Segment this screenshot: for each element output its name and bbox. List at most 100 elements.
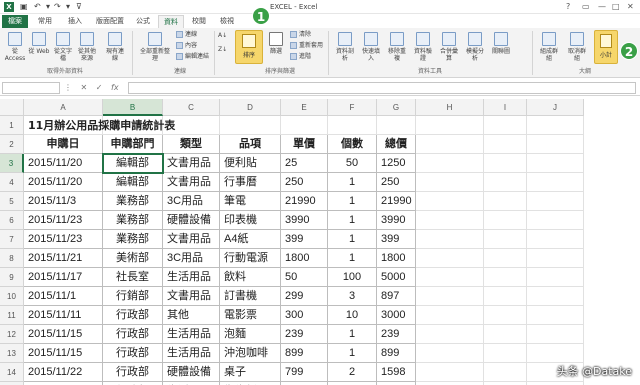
table-cell[interactable]: 50	[328, 154, 377, 173]
table-cell[interactable]: 2015/11/22	[24, 363, 103, 382]
table-header-cell[interactable]: 個數	[328, 135, 377, 154]
table-cell[interactable]: 299	[281, 287, 328, 306]
relationships-button[interactable]: 關聯圖	[490, 32, 512, 55]
table-cell[interactable]: 1	[328, 249, 377, 268]
table-cell[interactable]: 印表機	[220, 211, 281, 230]
row-header-5[interactable]: 5	[0, 192, 24, 211]
close-icon[interactable]: ✕	[627, 1, 634, 13]
table-cell[interactable]: 399	[377, 230, 416, 249]
table-cell[interactable]	[416, 268, 484, 287]
table-cell[interactable]	[527, 344, 584, 363]
table-cell[interactable]: 2015/11/20	[24, 154, 103, 173]
clear-filter-button[interactable]: 清除	[290, 31, 311, 39]
table-header-cell[interactable]: 單價	[281, 135, 328, 154]
row-header-13[interactable]: 13	[0, 344, 24, 363]
refresh-all-button[interactable]: 全部重新整理	[140, 32, 170, 62]
row-header-4[interactable]: 4	[0, 173, 24, 192]
ungroup-button[interactable]: 取消群組	[566, 32, 588, 62]
table-cell[interactable]: 電影票	[220, 306, 281, 325]
table-header-cell[interactable]: 總價	[377, 135, 416, 154]
tab-view[interactable]: 檢視	[214, 15, 240, 28]
table-cell[interactable]: 便利貼	[220, 154, 281, 173]
fx-icon[interactable]: fx	[111, 83, 119, 92]
table-cell[interactable]: 1250	[377, 154, 416, 173]
sort-button[interactable]: 排序	[235, 30, 263, 64]
table-cell[interactable]: 1	[328, 230, 377, 249]
tab-page-layout[interactable]: 版面配置	[92, 15, 128, 28]
table-cell[interactable]	[484, 211, 527, 230]
table-cell[interactable]	[527, 268, 584, 287]
table-cell[interactable]: 3C用品	[163, 192, 220, 211]
table-cell[interactable]: 897	[377, 287, 416, 306]
text-to-columns-button[interactable]: 資料剖析	[334, 32, 356, 62]
column-header-h[interactable]: H	[416, 99, 484, 116]
sheet-title[interactable]: 11月辦公用品採購申請統計表	[28, 116, 175, 135]
table-header-cell[interactable]: 申購日	[24, 135, 103, 154]
column-header-j[interactable]: J	[527, 99, 584, 116]
table-cell[interactable]	[484, 230, 527, 249]
table-cell[interactable]: 239	[377, 325, 416, 344]
table-cell[interactable]: 399	[281, 230, 328, 249]
table-cell[interactable]: 899	[281, 344, 328, 363]
table-cell[interactable]: 行事曆	[220, 173, 281, 192]
table-cell[interactable]: 2	[328, 363, 377, 382]
enter-icon[interactable]: ✓	[96, 83, 103, 92]
redo-icon[interactable]: ↷	[54, 2, 61, 12]
table-cell[interactable]	[220, 116, 281, 135]
table-cell[interactable]: 文書用品	[163, 287, 220, 306]
table-cell[interactable]: 行銷部	[103, 287, 163, 306]
table-cell[interactable]: 239	[281, 325, 328, 344]
table-cell[interactable]: 21990	[281, 192, 328, 211]
table-cell[interactable]: 生活用品	[163, 268, 220, 287]
column-header-g[interactable]: G	[377, 99, 416, 116]
tab-review[interactable]: 校閱	[186, 15, 212, 28]
table-cell[interactable]	[527, 173, 584, 192]
existing-connections-button[interactable]: 現有連線	[104, 32, 126, 62]
table-cell[interactable]: 社長室	[103, 268, 163, 287]
table-cell[interactable]	[527, 116, 584, 135]
table-cell[interactable]	[484, 306, 527, 325]
table-cell[interactable]	[484, 287, 527, 306]
row-header-14[interactable]: 14	[0, 363, 24, 382]
row-header-11[interactable]: 11	[0, 306, 24, 325]
consolidate-button[interactable]: 合併彙算	[438, 32, 460, 62]
table-cell[interactable]: 其他	[163, 306, 220, 325]
column-header-e[interactable]: E	[281, 99, 328, 116]
table-cell[interactable]: 100	[328, 268, 377, 287]
sort-descending-button[interactable]: Z↓	[218, 46, 227, 54]
column-header-f[interactable]: F	[328, 99, 377, 116]
table-cell[interactable]: 桌子	[220, 363, 281, 382]
table-cell[interactable]: 美術部	[103, 249, 163, 268]
table-cell[interactable]	[416, 135, 484, 154]
table-header-cell[interactable]: 類型	[163, 135, 220, 154]
table-cell[interactable]: A4紙	[220, 230, 281, 249]
group-button[interactable]: 組成群組	[538, 32, 560, 62]
table-cell[interactable]: 行動電源	[220, 249, 281, 268]
table-cell[interactable]	[416, 325, 484, 344]
table-cell[interactable]: 硬體設備	[163, 363, 220, 382]
table-cell[interactable]	[416, 249, 484, 268]
table-cell[interactable]: 文書用品	[163, 173, 220, 192]
table-cell[interactable]: 2015/11/21	[24, 249, 103, 268]
reapply-button[interactable]: 重新套用	[290, 42, 323, 50]
maximize-icon[interactable]: □	[612, 1, 620, 13]
table-cell[interactable]: 文書用品	[163, 154, 220, 173]
table-cell[interactable]	[416, 192, 484, 211]
tab-data[interactable]: 資料	[158, 15, 184, 28]
table-cell[interactable]	[416, 154, 484, 173]
table-cell[interactable]: 1	[328, 211, 377, 230]
table-cell[interactable]: 泡麵	[220, 325, 281, 344]
table-cell[interactable]	[416, 173, 484, 192]
row-header-6[interactable]: 6	[0, 211, 24, 230]
table-cell[interactable]: 業務部	[103, 211, 163, 230]
tab-insert[interactable]: 插入	[62, 15, 88, 28]
connections-button[interactable]: 連線	[176, 31, 197, 39]
table-cell[interactable]: 3990	[281, 211, 328, 230]
table-cell[interactable]: 訂書機	[220, 287, 281, 306]
table-cell[interactable]: 1800	[281, 249, 328, 268]
table-cell[interactable]: 生活用品	[163, 344, 220, 363]
table-cell[interactable]	[484, 249, 527, 268]
table-cell[interactable]: 2015/11/11	[24, 306, 103, 325]
table-cell[interactable]: 25	[281, 154, 328, 173]
table-cell[interactable]	[527, 287, 584, 306]
